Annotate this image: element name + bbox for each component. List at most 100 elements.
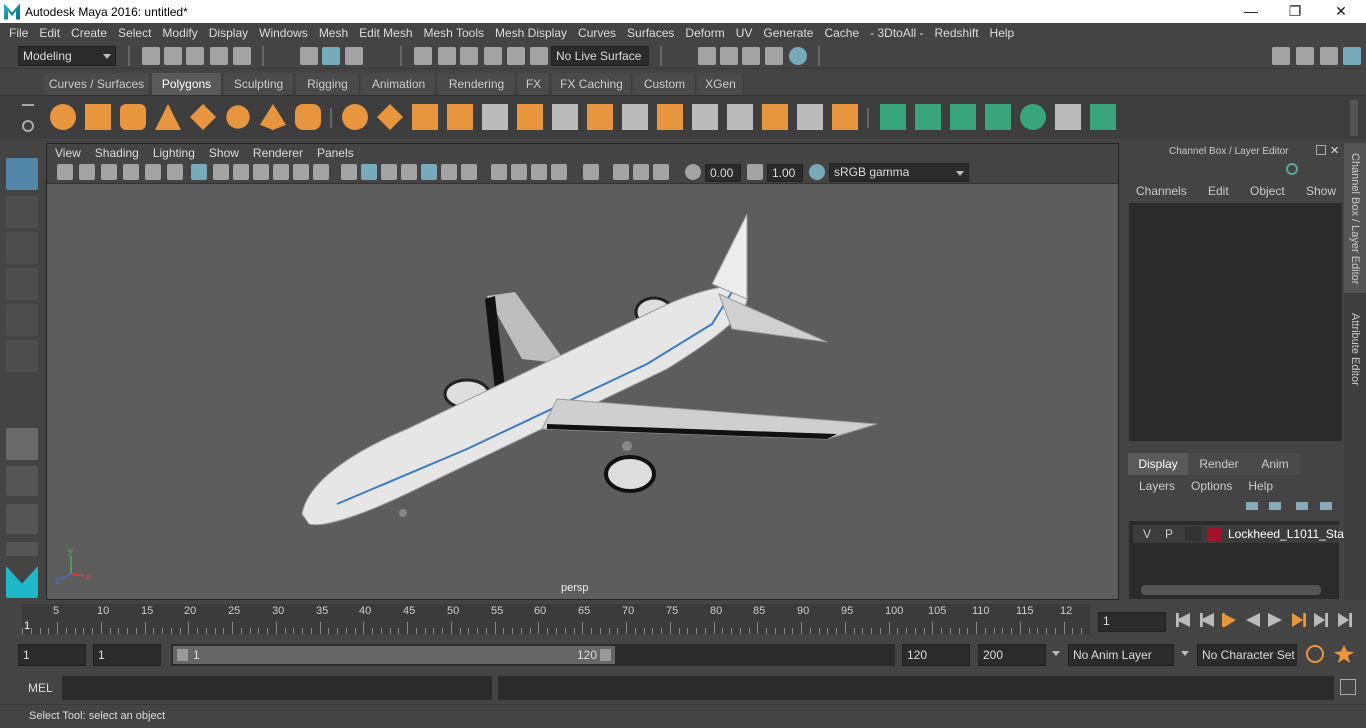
- poly-sphere-icon[interactable]: [50, 104, 76, 130]
- image-plane-icon[interactable]: [123, 164, 139, 180]
- exposure-icon[interactable]: [685, 164, 701, 180]
- new-scene-icon[interactable]: [142, 47, 160, 65]
- bridge-icon[interactable]: [552, 104, 578, 130]
- tab-rendering[interactable]: Rendering: [438, 73, 516, 95]
- menu-modify[interactable]: Modify: [162, 26, 197, 40]
- menu-create[interactable]: Create: [71, 26, 107, 40]
- menu-mesh-display[interactable]: Mesh Display: [495, 26, 567, 40]
- extract-icon[interactable]: [412, 104, 438, 130]
- mirror-icon[interactable]: [832, 104, 858, 130]
- menu-windows[interactable]: Windows: [259, 26, 308, 40]
- four-view-layout-icon[interactable]: [6, 466, 38, 496]
- menu-surfaces[interactable]: Surfaces: [627, 26, 674, 40]
- motion-blur-icon[interactable]: [491, 164, 507, 180]
- planar-uv-icon[interactable]: [880, 104, 906, 130]
- layer-visibility-toggle[interactable]: V: [1139, 527, 1155, 541]
- append-polygon-icon[interactable]: [587, 104, 613, 130]
- viewport-scene[interactable]: y x z persp: [47, 184, 1118, 599]
- mel-command-input[interactable]: [62, 676, 492, 700]
- tab-curves-surfaces[interactable]: Curves / Surfaces: [44, 73, 150, 95]
- select-component-icon[interactable]: [345, 47, 363, 65]
- viewport-menu-panels[interactable]: Panels: [317, 146, 354, 160]
- resolution-gate-icon[interactable]: [233, 164, 249, 180]
- gamma-field[interactable]: 1.00: [767, 164, 803, 182]
- chevron-down-icon[interactable]: [1181, 651, 1189, 656]
- depth-of-field-icon[interactable]: [531, 164, 547, 180]
- menu-mesh-tools[interactable]: Mesh Tools: [424, 26, 484, 40]
- channel-list[interactable]: [1129, 203, 1342, 441]
- mel-label[interactable]: MEL: [28, 681, 53, 695]
- layer-color-swatch[interactable]: [1207, 527, 1221, 541]
- magnet-icon[interactable]: [530, 47, 548, 65]
- menu-curves[interactable]: Curves: [578, 26, 616, 40]
- time-ruler[interactable]: 5 10 15 20 25 30 35 40 45 50 55 60 65 70 75 80 85 90 95 100…: [22, 604, 1090, 634]
- film-gate-icon[interactable]: [213, 164, 229, 180]
- select-object-icon[interactable]: [322, 47, 340, 65]
- tab-rigging[interactable]: Rigging: [296, 73, 360, 95]
- two-view-layout-icon[interactable]: [6, 504, 38, 534]
- menu-mesh[interactable]: Mesh: [319, 26, 348, 40]
- viewport-menu-shading[interactable]: Shading: [95, 146, 139, 160]
- multi-cut-icon[interactable]: [622, 104, 648, 130]
- save-scene-icon[interactable]: [186, 47, 204, 65]
- viewport-menu-renderer[interactable]: Renderer: [253, 146, 303, 160]
- color-management-icon[interactable]: [809, 164, 825, 180]
- camera-attributes-icon[interactable]: [79, 164, 95, 180]
- xray-icon[interactable]: [583, 164, 599, 180]
- menu-edit-mesh[interactable]: Edit Mesh: [359, 26, 412, 40]
- poly-torus-icon[interactable]: [226, 105, 250, 129]
- menu-generate[interactable]: Generate: [763, 26, 813, 40]
- bevel-icon[interactable]: [482, 104, 508, 130]
- object-menu[interactable]: Object: [1250, 184, 1285, 198]
- render-settings-icon[interactable]: [765, 47, 783, 65]
- redo-icon[interactable]: [233, 47, 251, 65]
- render-frame-icon[interactable]: [720, 47, 738, 65]
- current-frame-field[interactable]: 1: [1098, 612, 1166, 632]
- extrude-icon[interactable]: [517, 104, 543, 130]
- channel-box-side-tab[interactable]: Channel Box / Layer Editor: [1349, 153, 1361, 284]
- target-weld-icon[interactable]: [797, 104, 823, 130]
- lasso-tool-icon[interactable]: [6, 196, 38, 228]
- range-slider-track[interactable]: 1 120: [171, 644, 895, 666]
- animation-end-field[interactable]: 200: [978, 644, 1046, 666]
- mode-dropdown[interactable]: Modeling: [18, 46, 116, 66]
- tab-display[interactable]: Display: [1128, 453, 1188, 475]
- menu-cache[interactable]: Cache: [824, 26, 859, 40]
- playback-end-field[interactable]: 120: [902, 644, 970, 666]
- menu-select[interactable]: Select: [118, 26, 151, 40]
- render-view-icon[interactable]: [698, 47, 716, 65]
- merge-icon[interactable]: [727, 104, 753, 130]
- shelf-settings-icon[interactable]: [22, 120, 34, 132]
- close-panel-icon[interactable]: ✕: [1330, 144, 1339, 157]
- poly-cylinder-icon[interactable]: [120, 104, 146, 130]
- viewport-menu-show[interactable]: Show: [209, 146, 239, 160]
- backface-culling-icon[interactable]: [653, 164, 669, 180]
- attribute-editor-side-tab[interactable]: Attribute Editor: [1349, 313, 1361, 386]
- anti-aliasing-icon[interactable]: [511, 164, 527, 180]
- menu-deform[interactable]: Deform: [685, 26, 724, 40]
- show-menu[interactable]: Show: [1306, 184, 1336, 198]
- camera-select-icon[interactable]: [57, 164, 73, 180]
- uv-unfold-icon[interactable]: [1020, 104, 1046, 130]
- xray-joints-icon[interactable]: [613, 164, 629, 180]
- viewport-menu-lighting[interactable]: Lighting: [153, 146, 195, 160]
- layer-row[interactable]: V P Lockheed_L1011_Starg: [1133, 525, 1355, 543]
- poly-plane-icon[interactable]: [190, 104, 216, 130]
- snap-grid-icon[interactable]: [414, 47, 432, 65]
- channels-menu[interactable]: Channels: [1136, 184, 1187, 198]
- new-layer-icon[interactable]: [1296, 502, 1308, 510]
- isolate-select-icon[interactable]: [551, 164, 567, 180]
- spherical-uv-icon[interactable]: [950, 104, 976, 130]
- options-menu[interactable]: Options: [1191, 479, 1232, 493]
- hypershade-icon[interactable]: [789, 47, 807, 65]
- tab-fx[interactable]: FX: [518, 73, 550, 95]
- smooth-icon[interactable]: [447, 104, 473, 130]
- grid-icon[interactable]: [191, 164, 207, 180]
- shelf-scrollbar[interactable]: [1350, 100, 1358, 136]
- menu-file[interactable]: File: [9, 26, 28, 40]
- menu-redshift[interactable]: Redshift: [935, 26, 979, 40]
- cylindrical-uv-icon[interactable]: [915, 104, 941, 130]
- uv-layout-icon[interactable]: [1090, 104, 1116, 130]
- tab-xgen[interactable]: XGen: [698, 73, 744, 95]
- offset-edge-loop-icon[interactable]: [692, 104, 718, 130]
